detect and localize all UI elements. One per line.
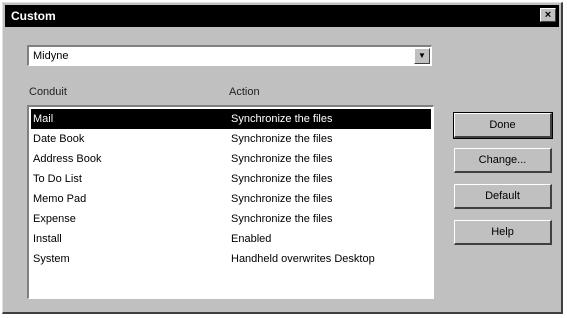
list-item[interactable]: Expense Synchronize the files bbox=[31, 209, 431, 229]
help-button[interactable]: Help bbox=[454, 220, 552, 245]
conduit-name: To Do List bbox=[33, 173, 82, 185]
list-item[interactable]: Mail Synchronize the files bbox=[31, 109, 431, 129]
column-header-action: Action bbox=[229, 86, 260, 98]
default-button[interactable]: Default bbox=[454, 184, 552, 209]
conduit-list[interactable]: Mail Synchronize the files Date Book Syn… bbox=[27, 105, 434, 299]
conduit-name: Expense bbox=[33, 213, 76, 225]
conduit-action: Synchronize the files bbox=[231, 153, 333, 165]
conduit-name: Address Book bbox=[33, 153, 102, 165]
conduit-action: Enabled bbox=[231, 233, 272, 245]
list-item[interactable]: To Do List Synchronize the files bbox=[31, 169, 431, 189]
conduit-name: Install bbox=[33, 233, 62, 245]
conduit-action: Synchronize the files bbox=[231, 133, 333, 145]
conduit-action: Synchronize the files bbox=[231, 213, 333, 225]
conduit-action: Synchronize the files bbox=[231, 173, 333, 185]
column-header-conduit: Conduit bbox=[29, 86, 67, 98]
done-button[interactable]: Done bbox=[453, 112, 553, 139]
custom-dialog: Custom × Midyne ▼ Conduit Action Mail Sy… bbox=[2, 2, 563, 314]
conduit-name: Mail bbox=[33, 113, 54, 125]
change-button[interactable]: Change... bbox=[454, 148, 552, 173]
conduit-action: Synchronize the files bbox=[231, 113, 333, 125]
close-button[interactable]: × bbox=[540, 8, 556, 22]
conduit-name: Memo Pad bbox=[33, 193, 87, 205]
title-bar[interactable]: Custom × bbox=[5, 5, 559, 27]
conduit-name: System bbox=[33, 253, 70, 265]
conduit-action: Synchronize the files bbox=[231, 193, 333, 205]
user-select[interactable]: Midyne ▼ bbox=[27, 45, 432, 66]
user-select-value: Midyne bbox=[33, 50, 69, 62]
list-item[interactable]: System Handheld overwrites Desktop bbox=[31, 249, 431, 269]
list-item[interactable]: Address Book Synchronize the files bbox=[31, 149, 431, 169]
conduit-action: Handheld overwrites Desktop bbox=[231, 253, 375, 265]
list-item[interactable]: Memo Pad Synchronize the files bbox=[31, 189, 431, 209]
list-item[interactable]: Date Book Synchronize the files bbox=[31, 129, 431, 149]
list-item[interactable]: Install Enabled bbox=[31, 229, 431, 249]
conduit-name: Date Book bbox=[33, 133, 85, 145]
chevron-down-icon[interactable]: ▼ bbox=[414, 48, 430, 64]
close-icon: × bbox=[544, 9, 552, 21]
window-title: Custom bbox=[11, 9, 56, 23]
